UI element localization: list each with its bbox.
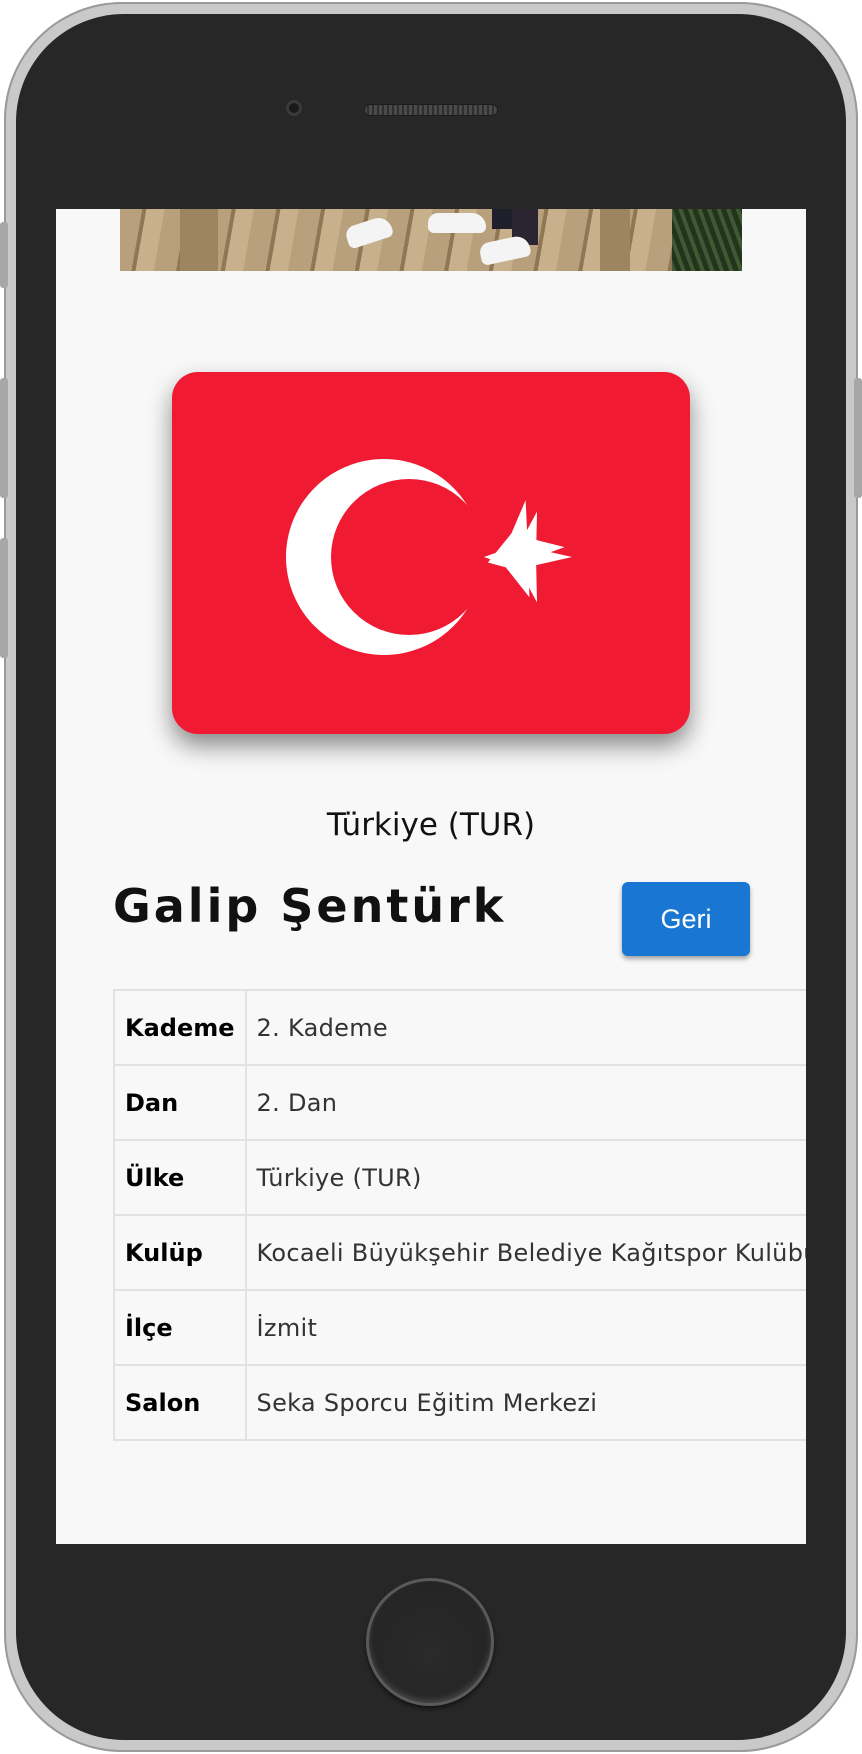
table-row: Salon Seka Sporcu Eğitim Merkezi	[113, 1364, 806, 1441]
detail-value: 2. Dan	[244, 1064, 806, 1141]
athlete-name: Galip Şentürk	[113, 879, 507, 933]
detail-label: Dan	[113, 1064, 247, 1141]
app-screen: Türkiye (TUR) Galip Şentürk Geri Kademe 2…	[56, 209, 806, 1544]
detail-value: İzmit	[244, 1289, 806, 1366]
table-row: Dan 2. Dan	[113, 1064, 806, 1141]
athlete-details-table: Kademe 2. Kademe Dan 2. Dan Ülke Türkiye (TUR…	[113, 989, 806, 1441]
country-flag	[172, 372, 690, 734]
front-camera	[286, 100, 302, 116]
detail-label: Ülke	[113, 1139, 247, 1216]
detail-value: Seka Sporcu Eğitim Merkezi	[244, 1364, 806, 1441]
detail-label: Kademe	[113, 989, 247, 1066]
detail-value: Türkiye (TUR)	[244, 1139, 806, 1216]
table-row: Kademe 2. Kademe	[113, 989, 806, 1066]
earpiece-speaker	[364, 104, 498, 116]
mute-switch	[0, 222, 8, 288]
athlete-photo	[120, 209, 742, 271]
home-button[interactable]	[366, 1578, 494, 1706]
table-row: Ülke Türkiye (TUR)	[113, 1139, 806, 1216]
detail-label: Salon	[113, 1364, 247, 1441]
detail-value: 2. Kademe	[244, 989, 806, 1066]
table-row: Kulüp Kocaeli Büyükşehir Belediye Kağıtsp…	[113, 1214, 806, 1291]
back-button[interactable]: Geri	[622, 882, 750, 956]
detail-label: Kulüp	[113, 1214, 247, 1291]
crescent-star-emblem	[286, 459, 572, 655]
power-button	[854, 378, 862, 498]
detail-label: İlçe	[113, 1289, 247, 1366]
volume-up-button	[0, 378, 8, 498]
detail-value: Kocaeli Büyükşehir Belediye Kağıtspor Ku…	[244, 1214, 806, 1291]
volume-down-button	[0, 538, 8, 658]
table-row: İlçe İzmit	[113, 1289, 806, 1366]
country-caption: Türkiye (TUR)	[326, 807, 536, 843]
